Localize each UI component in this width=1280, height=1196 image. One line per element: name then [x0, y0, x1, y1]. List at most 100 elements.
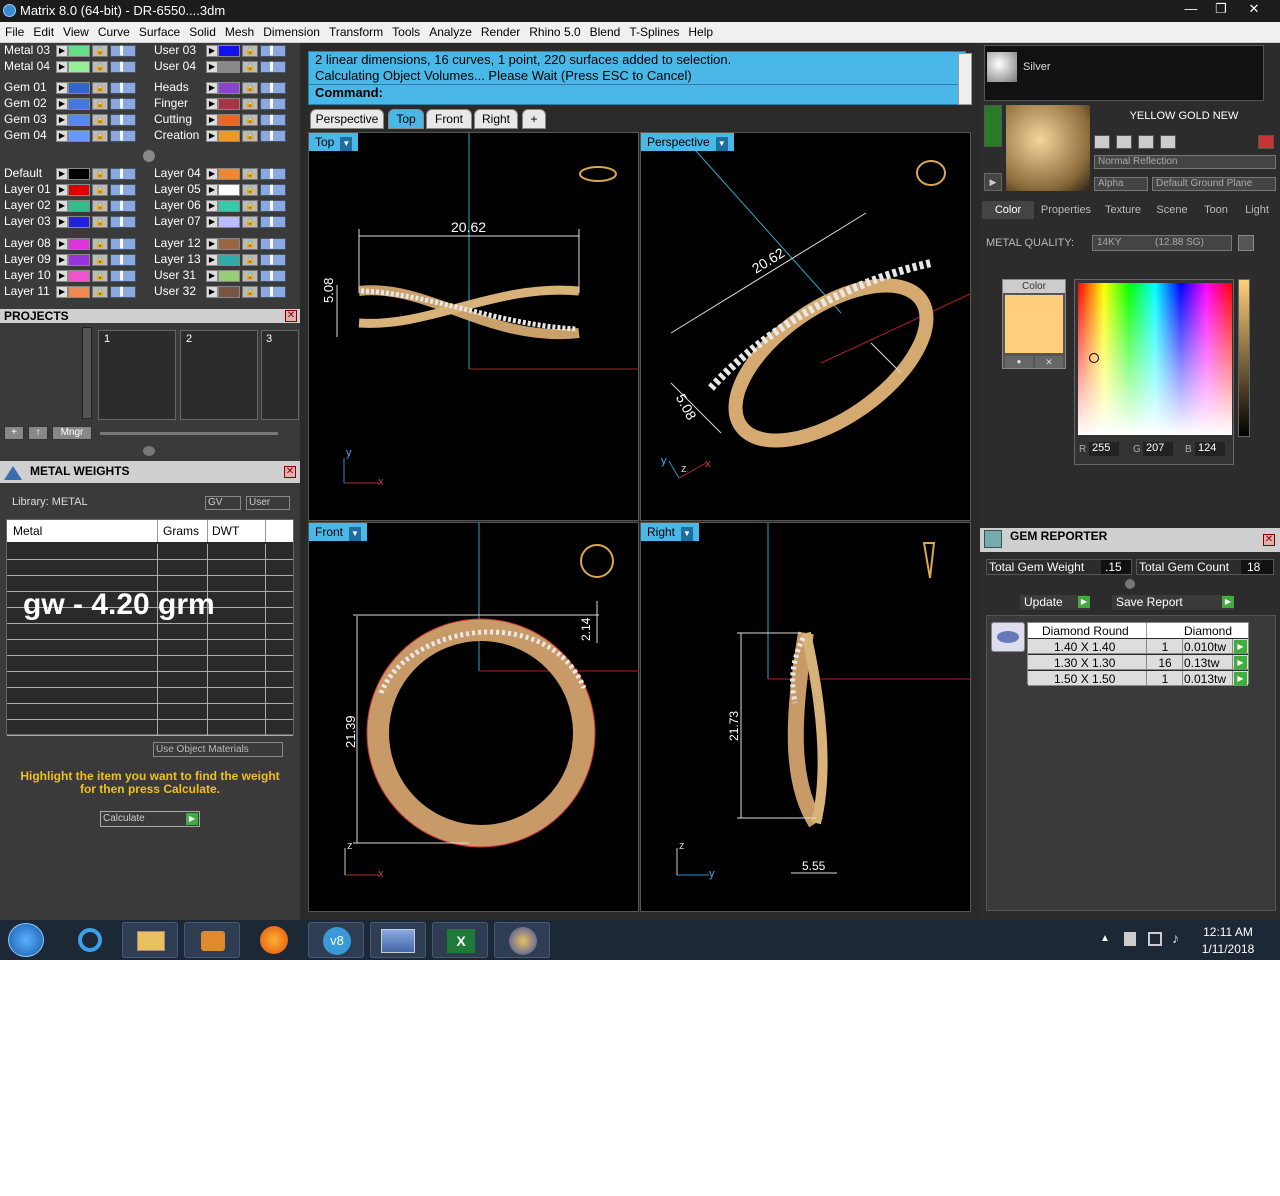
layer-row[interactable]: Layer 11 ▶ 🔒 ▌ — [0, 284, 146, 300]
expand-arrow-icon[interactable]: ▶ — [206, 61, 218, 73]
expand-arrow-icon[interactable]: ▶ — [206, 254, 218, 266]
g-value-field[interactable]: 207 — [1143, 442, 1173, 456]
layer-color-swatch[interactable] — [218, 216, 240, 228]
visibility-toggle[interactable]: ▌ — [110, 216, 136, 228]
layer-color-swatch[interactable] — [218, 184, 240, 196]
layer-color-swatch[interactable] — [68, 61, 90, 73]
layer-row[interactable]: Gem 04 ▶ 🔒 ▌ — [0, 128, 146, 144]
internet-explorer-icon[interactable] — [60, 922, 116, 958]
file-explorer-icon[interactable] — [122, 922, 178, 958]
metal-weights-close-icon[interactable]: ✕ — [284, 466, 296, 478]
network-icon[interactable] — [1148, 932, 1162, 946]
visibility-toggle[interactable]: ▌ — [260, 61, 286, 73]
layer-color-swatch[interactable] — [218, 238, 240, 250]
expand-arrow-icon[interactable]: ▶ — [206, 114, 218, 126]
projects-scrollbar[interactable] — [82, 327, 92, 419]
expand-arrow-icon[interactable]: ▶ — [206, 98, 218, 110]
visibility-toggle[interactable]: ▌ — [110, 114, 136, 126]
clock-time[interactable]: 12:11 AM — [1196, 925, 1260, 939]
expand-arrow-icon[interactable]: ▶ — [206, 130, 218, 142]
alpha-field[interactable]: Alpha — [1094, 177, 1148, 191]
menu-transform[interactable]: Transform — [324, 22, 387, 39]
visibility-toggle[interactable]: ▌ — [260, 130, 286, 142]
expand-arrow-icon[interactable]: ▶ — [206, 200, 218, 212]
layer-row[interactable]: Layer 13 ▶ 🔒 ▌ — [150, 252, 296, 268]
layer-row[interactable]: User 32 ▶ 🔒 ▌ — [150, 284, 296, 300]
layer-color-swatch[interactable] — [218, 286, 240, 298]
visibility-toggle[interactable]: ▌ — [110, 270, 136, 282]
menu-tools[interactable]: Tools — [387, 22, 424, 39]
lock-icon[interactable]: 🔒 — [242, 61, 258, 73]
layer-row[interactable]: User 04 ▶ 🔒 ▌ — [150, 59, 296, 75]
layer-color-swatch[interactable] — [218, 270, 240, 282]
expand-arrow-icon[interactable]: ▶ — [206, 270, 218, 282]
lock-icon[interactable]: 🔒 — [242, 286, 258, 298]
lock-icon[interactable]: 🔒 — [92, 200, 108, 212]
lock-icon[interactable]: 🔒 — [92, 254, 108, 266]
visibility-toggle[interactable]: ▌ — [110, 82, 136, 94]
visibility-toggle[interactable]: ▌ — [260, 168, 286, 180]
menu-analyze[interactable]: Analyze — [424, 22, 476, 39]
visibility-toggle[interactable]: ▌ — [110, 130, 136, 142]
splitter-handle[interactable] — [143, 150, 155, 162]
tab-front[interactable]: Front — [426, 109, 472, 129]
volume-icon[interactable]: ♪ — [1172, 930, 1179, 946]
tab-perspective[interactable]: Perspective — [310, 109, 384, 129]
layer-row[interactable]: Layer 01 ▶ 🔒 ▌ — [0, 182, 146, 198]
tab-color[interactable]: Color — [982, 201, 1034, 219]
visibility-toggle[interactable]: ▌ — [110, 61, 136, 73]
layer-color-swatch[interactable] — [218, 61, 240, 73]
tray-expand-icon[interactable]: ▲ — [1100, 933, 1110, 944]
expand-arrow-icon[interactable]: ▶ — [56, 168, 68, 180]
gem-row[interactable]: 1.50 X 1.50 1 0.013tw ▶ — [1028, 671, 1248, 686]
viewport-top[interactable]: 20.62 5.08 x y Top ▼ — [308, 132, 639, 521]
media-player-icon[interactable] — [184, 922, 240, 958]
lock-icon[interactable]: 🔒 — [92, 238, 108, 250]
expand-arrow-icon[interactable]: ▶ — [56, 238, 68, 250]
metal-table-row[interactable] — [7, 672, 293, 688]
calculate-button[interactable]: Calculate ▶ — [100, 811, 200, 827]
expand-arrow-icon[interactable]: ▶ — [56, 184, 68, 196]
expand-arrow-icon[interactable]: ▶ — [56, 200, 68, 212]
lock-icon[interactable]: 🔒 — [242, 130, 258, 142]
save-report-button[interactable]: Save Report ▶ — [1112, 595, 1234, 610]
tab-texture[interactable]: Texture — [1098, 201, 1148, 219]
command-prompt[interactable]: Command: — [309, 84, 965, 101]
import-material-icon[interactable] — [1160, 135, 1176, 149]
lock-icon[interactable]: 🔒 — [92, 114, 108, 126]
excel-icon[interactable]: X — [432, 922, 488, 958]
use-object-materials-checkbox[interactable]: Use Object Materials — [153, 742, 283, 757]
lock-icon[interactable]: 🔒 — [92, 270, 108, 282]
lock-icon[interactable]: 🔒 — [242, 254, 258, 266]
tab-scene[interactable]: Scene — [1148, 201, 1196, 219]
tab-properties[interactable]: Properties — [1034, 201, 1098, 219]
layer-row[interactable]: Creation ▶ 🔒 ▌ — [150, 128, 296, 144]
metal-table-row[interactable] — [7, 544, 293, 560]
lock-icon[interactable]: 🔒 — [92, 82, 108, 94]
viewport-label-right[interactable]: Right ▼ — [641, 523, 700, 541]
menu-view[interactable]: View — [58, 22, 93, 39]
lock-icon[interactable]: 🔒 — [242, 270, 258, 282]
clock-date[interactable]: 1/11/2018 — [1196, 942, 1260, 956]
menu-mesh[interactable]: Mesh — [220, 22, 258, 39]
expand-arrow-icon[interactable]: ▶ — [56, 98, 68, 110]
metal-table-row[interactable] — [7, 624, 293, 640]
visibility-toggle[interactable]: ▌ — [110, 286, 136, 298]
brightness-slider[interactable] — [1238, 279, 1250, 437]
menu-dimension[interactable]: Dimension — [258, 22, 324, 39]
silver-thumbnail[interactable] — [987, 52, 1017, 82]
gem-reporter-close-icon[interactable]: ✕ — [1263, 534, 1275, 546]
layer-row[interactable]: Metal 03 ▶ 🔒 ▌ — [0, 43, 146, 59]
layer-color-swatch[interactable] — [68, 238, 90, 250]
layer-row[interactable]: Gem 02 ▶ 🔒 ▌ — [0, 96, 146, 112]
firefox-icon[interactable] — [246, 922, 302, 958]
layer-color-swatch[interactable] — [68, 184, 90, 196]
save-material-icon[interactable] — [1094, 135, 1110, 149]
project-slot[interactable]: 1 — [98, 330, 176, 420]
menu-surface[interactable]: Surface — [134, 22, 184, 39]
clear-color-icon[interactable]: ✕ — [1035, 356, 1063, 368]
r-value-field[interactable]: 255 — [1089, 442, 1119, 456]
command-scrollbar[interactable] — [958, 53, 972, 105]
layer-row[interactable]: Layer 09 ▶ 🔒 ▌ — [0, 252, 146, 268]
expand-arrow-icon[interactable]: ▶ — [56, 82, 68, 94]
